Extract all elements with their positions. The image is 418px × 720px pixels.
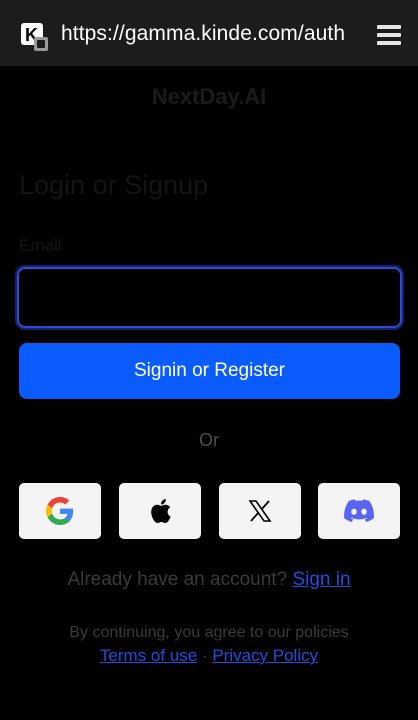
email-field[interactable] — [17, 267, 402, 328]
x-button[interactable] — [219, 483, 301, 539]
google-button[interactable] — [19, 483, 101, 539]
terms-of-use-link[interactable]: Terms of use — [100, 646, 197, 665]
brand-name: NextDay.AI — [151, 84, 267, 109]
tabs-menu-icon[interactable] — [375, 23, 403, 47]
kinde-favicon-icon[interactable]: K — [21, 23, 49, 51]
google-icon — [46, 497, 74, 525]
or-divider: Or — [199, 430, 219, 450]
discord-icon — [344, 499, 374, 522]
link-separator: · — [201, 646, 208, 665]
policy-links: Terms of use · Privacy Policy — [0, 646, 418, 666]
apple-icon — [151, 499, 171, 524]
privacy-policy-link[interactable]: Privacy Policy — [212, 646, 318, 665]
policy-text: By continuing, you agree to our policies — [69, 624, 349, 641]
sign-in-link[interactable]: Sign in — [292, 569, 350, 590]
browser-url-bar: K https://gamma.kinde.com/auth — [0, 0, 418, 66]
already-account-text: Already have an account? — [67, 569, 288, 590]
already-account-line: Already have an account? Sign in — [0, 569, 418, 591]
email-label: Email — [19, 236, 62, 255]
url-text[interactable]: https://gamma.kinde.com/auth — [61, 22, 345, 46]
x-icon — [248, 500, 272, 522]
page-title: Login or Signup — [19, 170, 209, 200]
apple-button[interactable] — [119, 483, 201, 539]
signin-register-button[interactable]: Signin or Register — [19, 343, 400, 399]
discord-button[interactable] — [318, 483, 400, 539]
